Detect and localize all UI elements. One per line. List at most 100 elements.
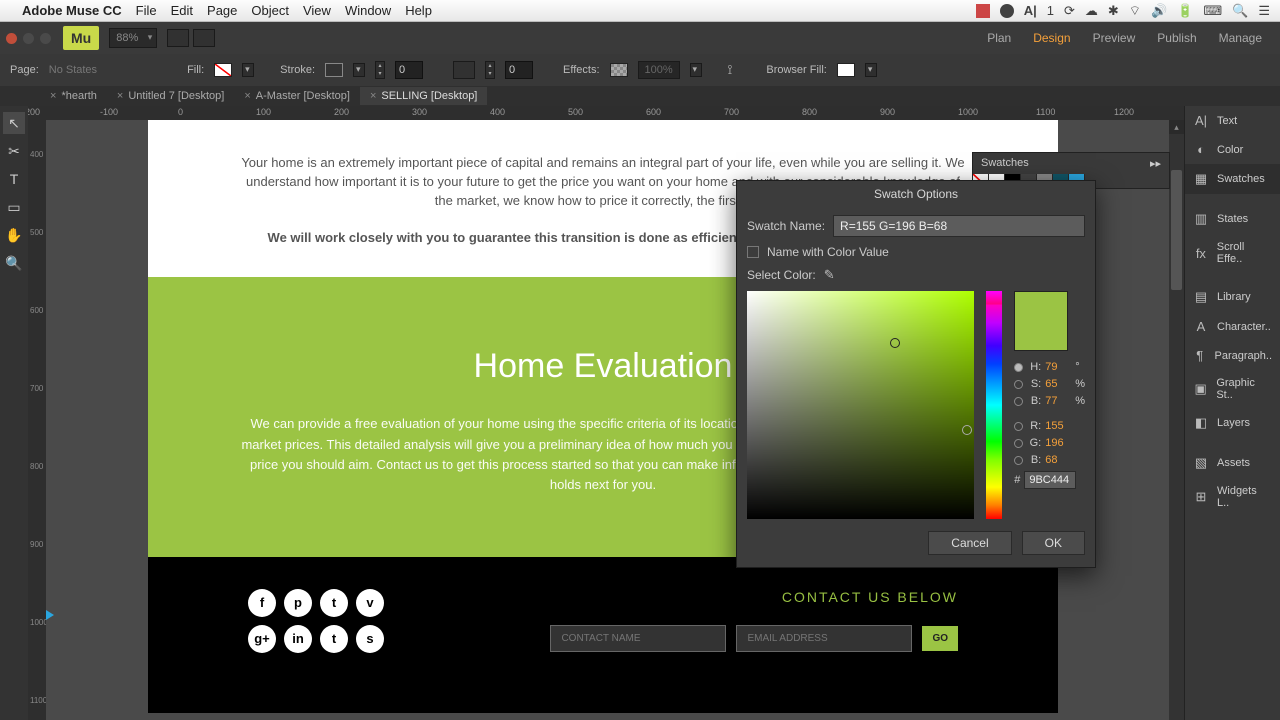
corner-value[interactable] [505, 61, 533, 79]
status-red-icon[interactable] [976, 4, 990, 18]
bb-radio[interactable] [1014, 456, 1023, 465]
bb-value[interactable]: 68 [1045, 454, 1071, 466]
crop-tool-icon[interactable]: ✂ [3, 140, 25, 162]
effects-dropdown[interactable] [690, 63, 702, 77]
cloud-icon[interactable]: ☁ [1085, 3, 1098, 19]
spotlight-icon[interactable]: 🔍 [1232, 3, 1248, 19]
close-icon[interactable]: × [50, 90, 56, 102]
menu-page[interactable]: Page [207, 3, 237, 18]
menu-window[interactable]: Window [345, 3, 391, 18]
r-radio[interactable] [1014, 422, 1023, 431]
r-value[interactable]: 155 [1045, 420, 1071, 432]
twitter-icon[interactable]: t [320, 589, 348, 617]
window-controls[interactable] [6, 33, 51, 44]
mode-preview[interactable]: Preview [1093, 31, 1136, 45]
corner-stepper[interactable]: ▴▾ [485, 61, 495, 79]
guide-marker-icon[interactable] [46, 610, 54, 620]
selection-tool-icon[interactable]: ↖ [3, 112, 25, 134]
pinterest-icon[interactable]: p [284, 589, 312, 617]
ruler-vertical[interactable]: 40050060070080090010001100 [28, 120, 46, 720]
tab-untitled7[interactable]: ×Untitled 7 [Desktop] [107, 87, 234, 105]
toolbar-icon-2[interactable] [193, 29, 215, 47]
s-value[interactable]: 65 [1045, 378, 1071, 390]
panel-library[interactable]: ▤Library [1185, 282, 1280, 312]
tab-hearth[interactable]: ×*hearth [40, 87, 107, 105]
h-radio[interactable] [1014, 363, 1023, 372]
corner-icon[interactable] [453, 61, 475, 79]
name-with-value-checkbox[interactable] [747, 246, 759, 258]
zoom-select[interactable]: 88% [109, 28, 157, 48]
panel-collapse-icon[interactable]: ▸▸ [1150, 157, 1161, 170]
tab-selling[interactable]: ×SELLING [Desktop] [360, 87, 487, 105]
effects-swatch[interactable] [610, 63, 628, 77]
panel-widgets-l-[interactable]: ⊞Widgets L.. [1185, 478, 1280, 516]
sync-icon[interactable]: ⟳ [1064, 3, 1075, 19]
mode-publish[interactable]: Publish [1157, 31, 1196, 45]
menu-edit[interactable]: Edit [171, 3, 193, 18]
tab-amaster[interactable]: ×A-Master [Desktop] [234, 87, 360, 105]
close-icon[interactable]: × [244, 90, 250, 102]
stroke-swatch[interactable] [325, 63, 343, 77]
b-value[interactable]: 77 [1045, 395, 1071, 407]
battery-icon[interactable]: 🔋 [1177, 3, 1193, 19]
close-icon[interactable]: × [117, 90, 123, 102]
effects-value[interactable]: 100% [638, 61, 680, 79]
browser-fill-swatch[interactable] [837, 63, 855, 77]
cancel-button[interactable]: Cancel [928, 531, 1011, 555]
stroke-value[interactable] [395, 61, 423, 79]
panel-states[interactable]: ▥States [1185, 204, 1280, 234]
ok-button[interactable]: OK [1022, 531, 1085, 555]
mode-manage[interactable]: Manage [1219, 31, 1262, 45]
rectangle-tool-icon[interactable]: ▭ [3, 196, 25, 218]
hand-tool-icon[interactable]: ✋ [3, 224, 25, 246]
panel-color[interactable]: ◐Color [1185, 135, 1280, 164]
panel-swatches[interactable]: ▦Swatches [1185, 164, 1280, 194]
go-button[interactable]: GO [922, 626, 958, 651]
text-tool-icon[interactable]: T [3, 168, 25, 190]
panel-paragraph-[interactable]: ¶Paragraph.. [1185, 341, 1280, 370]
swatch-name-input[interactable] [833, 215, 1085, 237]
mode-plan[interactable]: Plan [987, 31, 1011, 45]
b-radio[interactable] [1014, 397, 1023, 406]
browser-fill-dropdown[interactable] [865, 63, 877, 77]
vimeo-icon[interactable]: v [356, 589, 384, 617]
panel-character-[interactable]: ACharacter.. [1185, 312, 1280, 341]
facebook-icon[interactable]: f [248, 589, 276, 617]
contact-email-input[interactable] [736, 625, 912, 652]
tumblr-icon[interactable]: t [320, 625, 348, 653]
sv-cursor-secondary[interactable] [962, 425, 972, 435]
notification-center-icon[interactable]: ☰ [1258, 3, 1270, 19]
menu-object[interactable]: Object [251, 3, 289, 18]
eyedropper-icon[interactable]: ✎ [824, 267, 835, 283]
fill-swatch[interactable] [214, 63, 232, 77]
app-name[interactable]: Adobe Muse CC [22, 3, 122, 18]
saturation-value-field[interactable] [747, 291, 974, 519]
mode-design[interactable]: Design [1033, 31, 1070, 45]
menu-help[interactable]: Help [405, 3, 432, 18]
googleplus-icon[interactable]: g+ [248, 625, 276, 653]
hue-slider[interactable] [986, 291, 1002, 519]
stroke-dropdown[interactable] [353, 63, 365, 77]
skype-icon[interactable]: s [356, 625, 384, 653]
input-source-icon[interactable]: ⌨ [1203, 3, 1222, 19]
zoom-tool-icon[interactable]: 🔍 [3, 252, 25, 274]
sv-cursor[interactable] [890, 338, 900, 348]
wifi-icon[interactable]: ⌔ [1129, 3, 1141, 19]
menu-view[interactable]: View [303, 3, 331, 18]
footer-section[interactable]: f p t v g+ in t s CONTACT US BELOW GO [148, 557, 1058, 713]
page-state[interactable]: No States [49, 64, 97, 76]
vertical-scrollbar[interactable]: ▴ [1169, 120, 1184, 720]
panel-assets[interactable]: ▧Assets [1185, 448, 1280, 478]
contact-name-input[interactable] [550, 625, 726, 652]
fill-dropdown[interactable] [242, 63, 254, 77]
ruler-horizontal[interactable]: -200-10001002003004005006007008009001000… [28, 106, 1184, 120]
bluetooth-icon[interactable]: ✱ [1108, 3, 1119, 19]
scroll-thumb[interactable] [1171, 170, 1182, 290]
hex-input[interactable] [1024, 471, 1076, 489]
panel-text[interactable]: A|Text [1185, 106, 1280, 135]
volume-icon[interactable]: 🔊 [1151, 3, 1167, 19]
panel-graphic-st-[interactable]: ▣Graphic St.. [1185, 370, 1280, 408]
creative-cloud-icon[interactable] [1000, 4, 1014, 18]
panel-layers[interactable]: ◧Layers [1185, 408, 1280, 438]
stroke-stepper[interactable]: ▴▾ [375, 61, 385, 79]
